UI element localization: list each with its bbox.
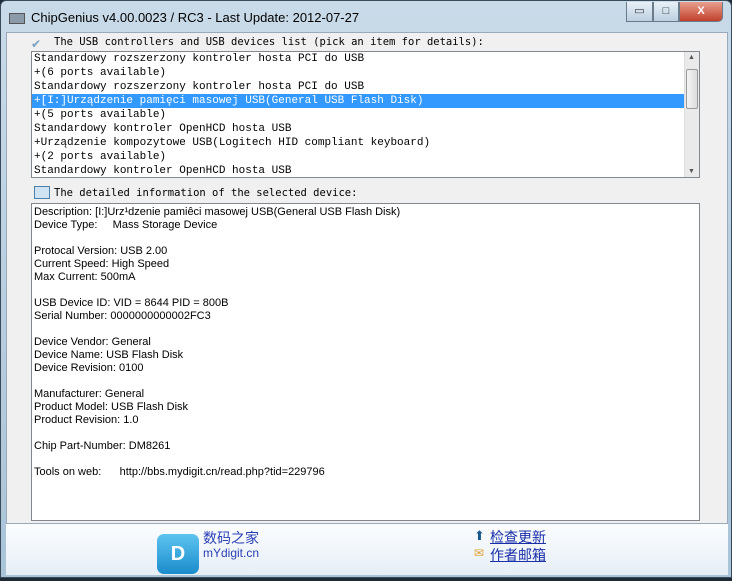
detail-line — [34, 375, 699, 388]
update-arrow-icon: ⬆ — [474, 528, 485, 543]
detail-line: Device Revision: 0100 — [34, 362, 144, 374]
detail-line — [34, 427, 699, 440]
device-list-label: The USB controllers and USB devices list… — [54, 36, 484, 48]
detail-line: Tools on web: http://bbs.mydigit.cn/read… — [34, 466, 325, 478]
detail-line: Max Current: 500mA — [34, 271, 136, 283]
device-list-item[interactable]: +Urządzenie kompozytowe USB(Logitech HID… — [32, 136, 685, 150]
check-update-link[interactable]: 检查更新 — [490, 527, 546, 547]
details-label: The detailed information of the selected… — [54, 187, 358, 199]
info-window-icon — [34, 186, 50, 199]
detail-line: Current Speed: High Speed — [34, 258, 170, 270]
mydigit-logo[interactable]: D — [157, 534, 199, 574]
author-mail-link[interactable]: 作者邮箱 — [490, 545, 546, 565]
details-panel[interactable]: Description: [I:]Urz¹dzenie pamiêci maso… — [31, 203, 700, 521]
maximize-button[interactable]: □ — [653, 2, 679, 22]
scroll-up-icon[interactable]: ▲ — [688, 54, 695, 61]
detail-line: Description: [I:]Urz¹dzenie pamiêci maso… — [34, 206, 401, 218]
minimize-button[interactable]: ▭ — [626, 2, 653, 22]
detail-line — [34, 453, 699, 466]
brand-name[interactable]: 数码之家 — [203, 528, 259, 548]
device-list-item[interactable]: Standardowy rozszerzony kontroler hosta … — [32, 52, 685, 66]
detail-line: Device Name: USB Flash Disk — [34, 349, 184, 361]
usb-check-icon: ✔ — [31, 37, 42, 51]
device-list-item[interactable]: Standardowy kontroler OpenHCD hosta USB — [32, 164, 685, 177]
scroll-down-icon[interactable]: ▼ — [688, 168, 695, 175]
footer: D 数码之家 mYdigit.cn ⬆ 检查更新 ✉ 作者邮箱 — [6, 524, 728, 575]
device-list-item[interactable]: Standardowy kontroler OpenHCD hosta USB — [32, 122, 685, 136]
detail-line: Serial Number: 0000000000002FC3 — [34, 310, 211, 322]
detail-line: Product Revision: 1.0 — [34, 414, 139, 426]
detail-line — [34, 284, 699, 297]
device-list-item[interactable]: +(6 ports available) — [32, 66, 685, 80]
mail-icon: ✉ — [474, 546, 485, 560]
window-title: ChipGenius v4.00.0023 / RC3 - Last Updat… — [31, 10, 360, 25]
device-list[interactable]: Standardowy rozszerzony kontroler hosta … — [31, 51, 700, 178]
device-list-item[interactable]: Standardowy rozszerzony kontroler hosta … — [32, 80, 685, 94]
detail-line — [34, 323, 699, 336]
detail-line: Device Type: Mass Storage Device — [34, 219, 218, 231]
list-scrollbar[interactable]: ▲ ▼ — [684, 52, 699, 177]
device-list-item[interactable]: +[I:]Urządzenie pamięci masowej USB(Gene… — [32, 94, 685, 108]
brand-url[interactable]: mYdigit.cn — [203, 546, 259, 560]
detail-line: USB Device ID: VID = 8644 PID = 800B — [34, 297, 229, 309]
detail-line: Manufacturer: General — [34, 388, 145, 400]
device-list-item[interactable]: +(5 ports available) — [32, 108, 685, 122]
app-icon — [9, 13, 25, 24]
detail-line — [34, 232, 699, 245]
detail-line: Product Model: USB Flash Disk — [34, 401, 189, 413]
close-button[interactable]: X — [679, 2, 723, 22]
app-window: ChipGenius v4.00.0023 / RC3 - Last Updat… — [0, 0, 732, 578]
detail-line: Chip Part-Number: DM8261 — [34, 440, 171, 452]
detail-line: Device Vendor: General — [34, 336, 151, 348]
device-list-item[interactable]: +(2 ports available) — [32, 150, 685, 164]
scroll-thumb[interactable] — [686, 69, 698, 109]
detail-line: Protocal Version: USB 2.00 — [34, 245, 168, 257]
